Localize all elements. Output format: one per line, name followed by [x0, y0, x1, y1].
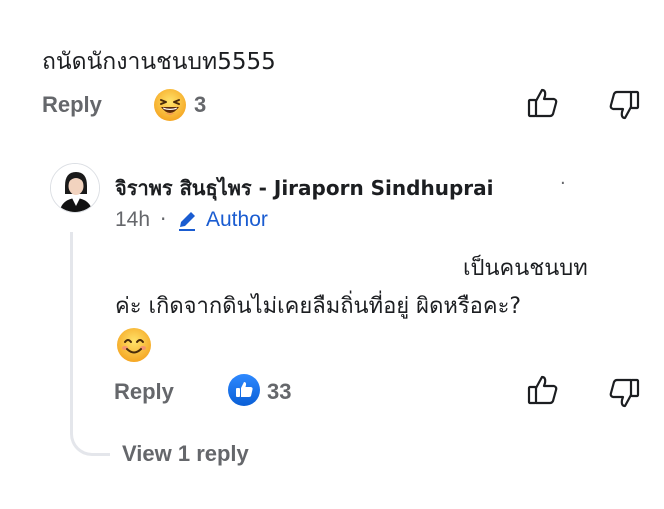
thumbs-down-icon[interactable] [607, 88, 641, 122]
reaction-count: 33 [267, 379, 292, 404]
reply-text-line-2: ค่ะ เกิดจากดินไม่เคยลืมถิ่นที่อยู่ ผิดหร… [115, 294, 522, 319]
separator-dot: · [560, 173, 566, 194]
laughing-emoji-icon[interactable] [153, 88, 187, 122]
author-name[interactable]: จิราพร สินธุไพร - Jiraporn Sindhuprai [115, 172, 493, 204]
separator-dot: · [160, 207, 167, 231]
reply-text-line-1: เป็นคนชนบท [463, 256, 588, 281]
avatar[interactable] [50, 163, 100, 213]
thumbs-down-icon[interactable] [607, 376, 641, 410]
thumbs-up-icon[interactable] [526, 86, 560, 120]
reply-button[interactable]: Reply [42, 92, 102, 118]
author-badge: Author [206, 208, 268, 231]
timestamp[interactable]: 14h [115, 208, 150, 232]
smiling-emoji-icon [116, 327, 152, 363]
comment-text: ถนัดนักงานชนบท5555 [42, 49, 276, 75]
reply-button[interactable]: Reply [114, 379, 174, 405]
reaction-count: 3 [194, 92, 207, 117]
thumbs-up-icon[interactable] [526, 373, 560, 407]
like-icon[interactable] [228, 374, 260, 406]
view-replies-link[interactable]: View 1 reply [122, 441, 249, 467]
pencil-icon [176, 209, 200, 233]
thread-connector [70, 232, 110, 456]
